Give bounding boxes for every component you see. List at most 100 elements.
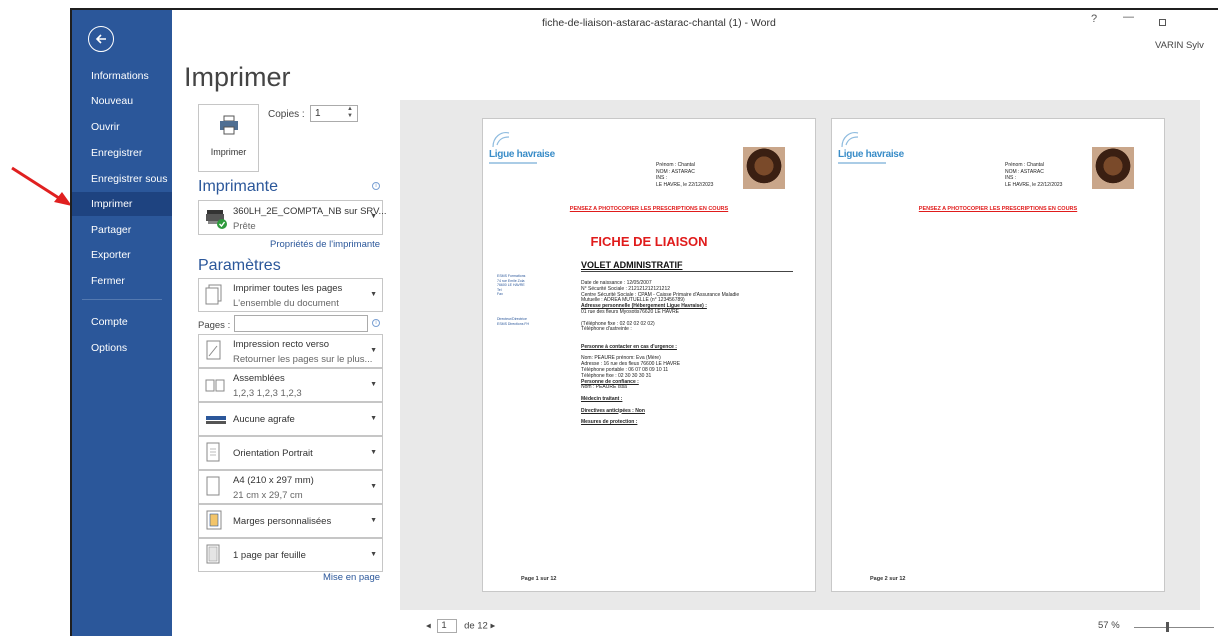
zoom-slider-thumb[interactable] [1166, 622, 1169, 632]
collate-select[interactable]: Assemblées 1,2,3 1,2,3 1,2,3 ▼ [198, 368, 383, 402]
warning-text: PENSEZ A PHOTOCOPIER LES PRESCRIPTIONS E… [918, 206, 1078, 212]
arrow-left-icon [95, 34, 106, 44]
sidebar-item-compte[interactable]: Compte [72, 310, 172, 334]
director-line: ESMS Directions FH [497, 321, 530, 326]
paper-size-icon [206, 476, 220, 496]
logo-text: Ligue havraise [838, 149, 904, 160]
logo-underline [838, 162, 886, 164]
chevron-down-icon: ▼ [370, 291, 377, 298]
pages-label: Pages : [198, 320, 231, 331]
margins-icon [206, 510, 222, 530]
margins-select[interactable]: Marges personnalisées ▼ [198, 504, 383, 538]
sidebar-item-enregistrer[interactable]: Enregistrer [72, 141, 172, 165]
sidebar-item-fermer[interactable]: Fermer [72, 269, 172, 293]
divider [581, 271, 793, 272]
logo-underline [489, 162, 537, 164]
maximize-button[interactable] [1159, 19, 1166, 26]
printer-properties-link[interactable]: Propriétés de l'imprimante [270, 239, 380, 250]
print-range-value: Imprimer toutes les pages [233, 283, 343, 294]
chevron-down-icon: ▼ [370, 483, 377, 490]
page-count: de 12 [464, 620, 488, 632]
window-title: fiche-de-liaison-astarac-astarac-chantal… [542, 17, 776, 29]
collate-icon [205, 379, 225, 392]
establishment-line: ESMS Formations [497, 274, 526, 278]
copies-spinner[interactable]: ▲ ▼ [344, 106, 356, 121]
patient-photo [1092, 147, 1134, 189]
back-button[interactable] [88, 26, 114, 52]
duplex-value: Impression recto verso [233, 339, 330, 350]
screenshot: Informations Nouveau Ouvrir Enregistrer … [0, 0, 1218, 636]
document-subtitle: VOLET ADMINISTRATIF [581, 260, 683, 270]
help-button[interactable]: ? [1091, 13, 1097, 25]
sidebar-item-informations[interactable]: Informations [72, 64, 172, 88]
sidebar-item-ouvrir[interactable]: Ouvrir [72, 115, 172, 139]
sidebar-item-enregistrer-sous[interactable]: Enregistrer sous [72, 167, 172, 191]
paper-size-select[interactable]: A4 (210 x 297 mm) 21 cm x 29,7 cm ▼ [198, 470, 383, 504]
user-name[interactable]: VARIN Sylv [1155, 40, 1204, 51]
copies-label: Copies : [268, 109, 305, 120]
document-title: FICHE DE LIAISON [590, 234, 708, 249]
chevron-down-icon: ▼ [370, 449, 377, 456]
page-footer: Page 2 sur 12 [870, 576, 906, 582]
settings-heading: Paramètres [198, 257, 281, 274]
print-button-label: Imprimer [210, 147, 247, 157]
annotation-arrow-imprimer-menu [11, 166, 72, 206]
info-line: LE HAVRE, le 22/12/2023 [656, 181, 714, 188]
sidebar-item-exporter[interactable]: Exporter [72, 243, 172, 267]
chevron-down-icon: ▼ [370, 415, 377, 422]
printer-select[interactable]: 360LH_2E_COMPTA_NB sur SRV... Prête ▼ [198, 200, 386, 235]
page-setup-link[interactable]: Mise en page [323, 572, 380, 583]
director-block: Directeur/Directrice ESMS Directions FH [497, 317, 529, 326]
logo-text: Ligue havraise [489, 149, 555, 160]
staple-icon [206, 416, 226, 424]
paper-size-value: A4 (210 x 297 mm) [233, 475, 314, 486]
next-page-icon[interactable]: ▸ [490, 621, 495, 632]
printer-heading: Imprimante [198, 178, 279, 195]
zoom-slider[interactable] [1134, 627, 1214, 628]
sidebar-divider [82, 299, 162, 300]
logo-mark-icon [492, 132, 510, 148]
pages-icon [205, 284, 222, 305]
pages-per-sheet-select[interactable]: 1 page par feuille ▼ [198, 538, 383, 572]
page-footer: Page 1 sur 12 [521, 576, 557, 582]
ligue-havraise-logo: Ligue havraise [838, 129, 904, 164]
duplex-icon [206, 340, 221, 360]
sidebar-item-partager[interactable]: Partager [72, 218, 172, 242]
warning-text: PENSEZ A PHOTOCOPIER LES PRESCRIPTIONS E… [569, 206, 729, 212]
info-icon[interactable]: i [372, 182, 380, 190]
page-title: Imprimer [184, 62, 291, 92]
orientation-select[interactable]: Orientation Portrait ▼ [198, 436, 383, 470]
chevron-down-icon: ▼ [370, 347, 377, 354]
current-page-input[interactable]: 1 [437, 619, 458, 633]
info-icon[interactable]: i [372, 319, 380, 327]
pages-input[interactable] [234, 315, 368, 332]
collate-desc: 1,2,3 1,2,3 1,2,3 [233, 388, 302, 399]
margins-value: Marges personnalisées [233, 516, 332, 527]
previous-page-icon[interactable]: ◂ [426, 621, 431, 632]
collate-value: Assemblées [233, 373, 285, 384]
paper-size-desc: 21 cm x 29,7 cm [233, 490, 303, 501]
chevron-down-icon: ▼ [370, 381, 377, 388]
duplex-select[interactable]: Impression recto verso Retourner les pag… [198, 334, 383, 368]
print-range-select[interactable]: Imprimer toutes les pages L'ensemble du … [198, 278, 383, 312]
sidebar-item-options[interactable]: Options [72, 336, 172, 360]
pages-per-sheet-value: 1 page par feuille [233, 550, 306, 561]
sidebar-item-imprimer[interactable]: Imprimer [72, 192, 172, 216]
portrait-page-icon [206, 442, 220, 462]
print-button[interactable]: Imprimer [198, 104, 259, 172]
chevron-down-icon: ▼ [370, 551, 377, 558]
print-preview: Ligue havraise Prénom : Chantal NOM : AS… [400, 100, 1200, 610]
preview-page-1: Ligue havraise Prénom : Chantal NOM : AS… [482, 118, 816, 592]
pages-per-sheet-icon [206, 544, 220, 564]
print-range-desc: L'ensemble du document [233, 298, 339, 309]
patient-photo [743, 147, 785, 189]
body-line: Mesures de protection : [581, 419, 638, 426]
zoom-level[interactable]: 57 % [1098, 620, 1120, 631]
page-navigator: ◂ 1 de 12 ▸ [426, 619, 495, 633]
staple-select[interactable]: Aucune agrafe ▼ [198, 402, 383, 436]
sidebar-item-nouveau[interactable]: Nouveau [72, 89, 172, 113]
minimize-button[interactable]: — [1123, 11, 1134, 23]
printer-icon [220, 115, 238, 135]
backstage-sidebar: Informations Nouveau Ouvrir Enregistrer … [72, 10, 172, 636]
chevron-down-icon: ▼ [370, 517, 377, 524]
